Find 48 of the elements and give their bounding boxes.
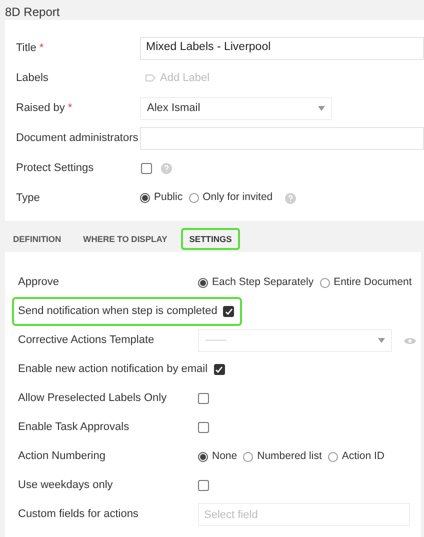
- radio-label: Public: [154, 190, 183, 206]
- radio-button[interactable]: [140, 193, 150, 203]
- radio-button[interactable]: [198, 278, 208, 288]
- tab[interactable]: DEFINITION: [5, 228, 70, 250]
- checkbox[interactable]: [198, 422, 209, 433]
- setting-label: Use weekdays only: [18, 478, 114, 494]
- checkbox[interactable]: [198, 393, 209, 404]
- text-field[interactable]: Mixed Labels - Liverpool: [140, 36, 424, 60]
- setting-label: Custom fields for actions: [18, 507, 140, 522]
- tab[interactable]: SETTINGS: [181, 228, 240, 250]
- radio-button[interactable]: [328, 452, 338, 462]
- radio-button[interactable]: [188, 193, 199, 203]
- page-title: 8D Report: [4, 4, 61, 20]
- radio-button[interactable]: [243, 452, 254, 462]
- radio-label: Numbered list: [257, 448, 322, 464]
- radio-button[interactable]: [320, 278, 330, 288]
- tab[interactable]: WHERE TO DISPLAY: [75, 228, 176, 250]
- checkbox[interactable]: [141, 162, 152, 174]
- radio-label: None: [212, 448, 238, 464]
- radio-button[interactable]: [198, 452, 208, 462]
- radio-label: Each Step Separately: [212, 274, 314, 290]
- field-label: Title: [16, 40, 36, 56]
- checkbox[interactable]: [223, 306, 234, 317]
- caret-icon: [318, 106, 325, 110]
- setting-label: Send notification when step is completed: [18, 304, 218, 320]
- required-mark: *: [68, 100, 72, 116]
- checkbox[interactable]: [214, 364, 225, 375]
- field-label: Raised by: [16, 100, 65, 116]
- radio-label: Only for invited: [202, 190, 273, 206]
- radio-label: Action ID: [342, 448, 384, 464]
- select-field[interactable]: Alex Ismail: [140, 96, 332, 120]
- setting-label: Enable new action notification by email: [18, 362, 208, 378]
- checkbox[interactable]: [198, 480, 209, 491]
- setting-label: Allow Preselected Labels Only: [18, 391, 168, 406]
- field-label: Document administrators: [16, 130, 138, 146]
- caret-icon: [378, 338, 385, 343]
- setting-label: Approve: [18, 275, 60, 290]
- field-label: Labels: [16, 70, 48, 86]
- setting-label: Corrective Actions Template: [18, 333, 156, 348]
- select-field[interactable]: Select field: [198, 503, 410, 526]
- radio-label: Entire Document: [334, 274, 412, 290]
- field-label: Protect Settings: [16, 160, 94, 176]
- setting-label: Enable Task Approvals: [18, 420, 130, 436]
- text-field[interactable]: [140, 126, 424, 150]
- required-mark: *: [39, 40, 44, 56]
- tag-icon: [145, 74, 156, 82]
- setting-label: Action Numbering: [18, 449, 106, 464]
- field-label: Type: [16, 190, 40, 206]
